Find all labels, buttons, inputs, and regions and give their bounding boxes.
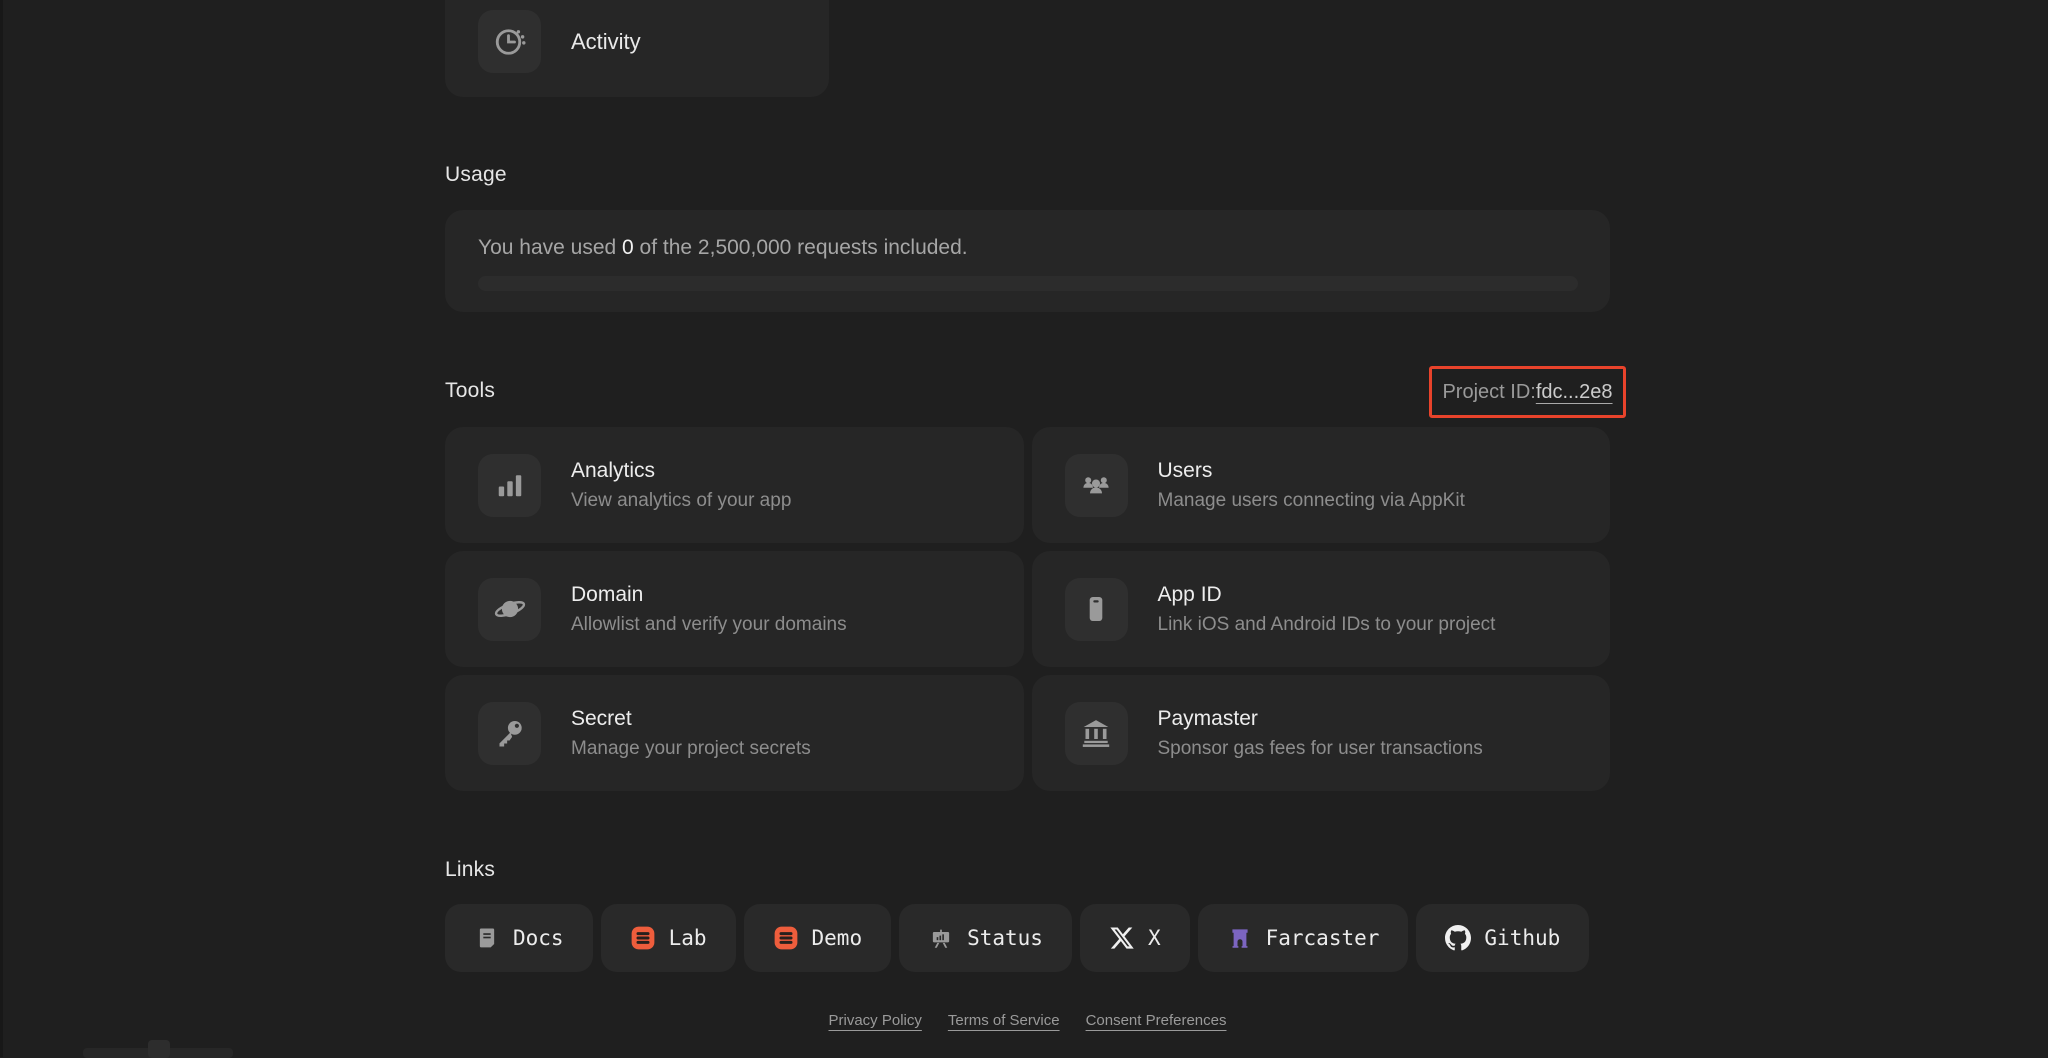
- planet-icon: [478, 577, 541, 641]
- usage-card: You have used 0 of the 2,500,000 request…: [445, 210, 1610, 312]
- link-button-github[interactable]: Github: [1416, 904, 1590, 972]
- usage-heading: Usage: [445, 163, 507, 186]
- link-button-demo[interactable]: Demo: [743, 904, 892, 972]
- footer-links: Privacy Policy Terms of Service Consent …: [445, 1012, 1610, 1029]
- farcaster-icon: [1232, 929, 1248, 948]
- tool-title: Paymaster: [1157, 706, 1258, 730]
- status-board-icon: [932, 929, 950, 948]
- links-heading: Links: [445, 858, 496, 881]
- link-button-docs[interactable]: Docs: [445, 904, 593, 972]
- bank-icon: [1064, 701, 1128, 765]
- tool-title: Secret: [571, 706, 632, 730]
- reown-lab-icon: [631, 926, 654, 950]
- link-button-farcaster[interactable]: Farcaster: [1197, 904, 1409, 972]
- footer-link-terms-of-service[interactable]: Terms of Service: [948, 1012, 1060, 1029]
- document-icon: [479, 928, 495, 948]
- tool-card-users[interactable]: Users Manage users connecting via AppKit: [1031, 427, 1610, 543]
- tool-description: Allowlist and verify your domains: [571, 613, 847, 635]
- tool-description: View analytics of your app: [571, 489, 792, 511]
- tool-title: Domain: [571, 582, 644, 606]
- tool-title: Users: [1157, 458, 1213, 482]
- usage-progress-bar: [478, 276, 1578, 291]
- tool-title: App ID: [1157, 582, 1222, 606]
- project-id-label: Project ID:: [1442, 380, 1536, 403]
- tools-heading: Tools: [445, 379, 496, 402]
- usage-used-count: 0: [622, 236, 634, 259]
- users-icon: [1064, 453, 1128, 517]
- tools-grid: Analytics View analytics of your app Use…: [445, 427, 1610, 791]
- reown-demo-icon: [774, 926, 797, 950]
- link-button-lab[interactable]: Lab: [600, 904, 736, 972]
- link-button-status[interactable]: X Status: [899, 904, 1072, 972]
- phone-icon: [1064, 577, 1128, 641]
- project-id-highlight-box: Project ID: fdc...2e8: [1429, 366, 1626, 418]
- link-button-x[interactable]: X: [1079, 904, 1190, 972]
- bar-chart-icon: [478, 453, 541, 517]
- links-row: Docs Lab Demo Status X Farcaster Github: [445, 904, 1590, 972]
- tool-description: Sponsor gas fees for user transactions: [1157, 737, 1483, 759]
- tool-card-paymaster[interactable]: Paymaster Sponsor gas fees for user tran…: [1031, 675, 1610, 791]
- tool-description: Manage users connecting via AppKit: [1157, 489, 1465, 511]
- tool-description: Link iOS and Android IDs to your project: [1157, 613, 1496, 635]
- usage-summary-text: You have used 0 of the 2,500,000 request…: [478, 236, 968, 259]
- tool-description: Manage your project secrets: [571, 737, 811, 759]
- tool-title: Analytics: [571, 458, 656, 482]
- activity-card-label: Activity: [571, 28, 641, 54]
- x-logo-icon: [1110, 927, 1134, 949]
- tool-card-secret[interactable]: Secret Manage your project secrets: [445, 675, 1024, 791]
- footer-link-consent-preferences[interactable]: Consent Preferences: [1086, 1012, 1227, 1029]
- tool-card-analytics[interactable]: Analytics View analytics of your app: [445, 427, 1024, 543]
- github-icon: [1445, 925, 1472, 951]
- tool-card-app-id[interactable]: App ID Link iOS and Android IDs to your …: [1031, 551, 1610, 667]
- footer-link-privacy-policy[interactable]: Privacy Policy: [829, 1012, 922, 1029]
- tool-card-domain[interactable]: Domain Allowlist and verify your domains: [445, 551, 1024, 667]
- clock-activity-icon: [478, 10, 541, 73]
- activity-card[interactable]: Activity: [445, 0, 829, 97]
- project-id-value[interactable]: fdc...2e8: [1536, 381, 1613, 404]
- key-icon: [478, 701, 541, 765]
